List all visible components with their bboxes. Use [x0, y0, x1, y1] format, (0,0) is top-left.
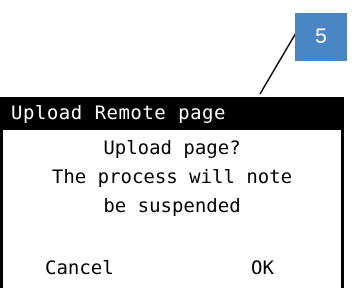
lcd-dialog-screen: Upload Remote page Upload page? The proc… — [0, 97, 344, 288]
annotated-screenshot: 5 Upload Remote page Upload page? The pr… — [0, 0, 354, 288]
ok-button[interactable]: OK — [251, 254, 274, 283]
dialog-message-line: The process will note — [51, 166, 293, 188]
dialog-question: Upload page? — [103, 137, 241, 159]
dialog-message-line: be suspended — [103, 195, 241, 217]
callout-number-badge: 5 — [295, 13, 347, 61]
cancel-button[interactable]: Cancel — [45, 254, 114, 283]
dialog-title-bar: Upload Remote page — [3, 97, 341, 130]
